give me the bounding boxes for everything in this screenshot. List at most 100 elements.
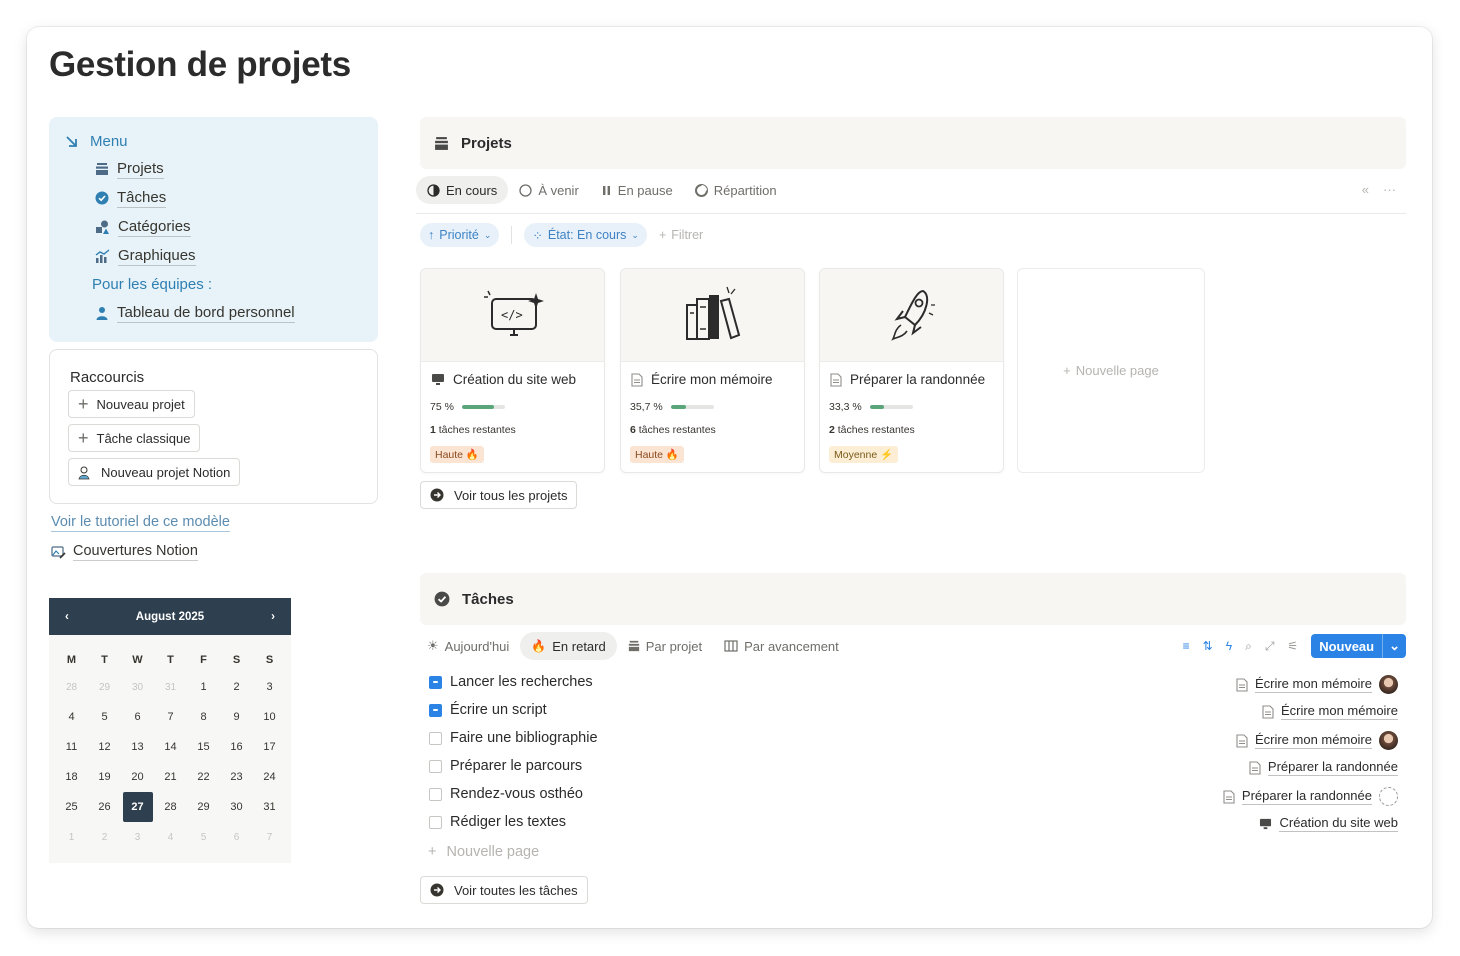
new-task-row[interactable]: + Nouvelle page: [428, 844, 539, 860]
calendar-day[interactable]: 4: [55, 702, 88, 732]
classic-task-button[interactable]: + Tâche classique: [68, 424, 201, 452]
new-task-button[interactable]: Nouveau ⌄: [1311, 634, 1406, 658]
new-notion-project-button[interactable]: Nouveau projet Notion: [68, 458, 241, 486]
calendar-day[interactable]: 25: [55, 792, 88, 822]
calendar-day-outside[interactable]: 3: [121, 822, 154, 852]
menu-item-graphiques[interactable]: Graphiques: [95, 246, 196, 266]
task-row[interactable]: Faire une bibliographie: [429, 730, 598, 746]
calendar-day-outside[interactable]: 28: [55, 672, 88, 702]
chevron-down-icon[interactable]: ⌄: [1382, 634, 1406, 658]
task-project-link[interactable]: Écrire mon mémoire: [1236, 731, 1398, 750]
menu-item-taches[interactable]: Tâches: [95, 188, 167, 208]
covers-link[interactable]: Couvertures Notion: [51, 542, 198, 561]
calendar-day[interactable]: 8: [187, 702, 220, 732]
calendar-day[interactable]: 14: [154, 732, 187, 762]
calendar-day-outside[interactable]: 2: [88, 822, 121, 852]
menu-item-categories[interactable]: Catégories: [95, 217, 191, 237]
task-row[interactable]: Rédiger les textes: [429, 814, 566, 830]
add-filter-button[interactable]: + Filtrer: [659, 228, 703, 242]
state-filter-chip[interactable]: ⁘ État: En cours ⌄: [524, 223, 647, 247]
project-card[interactable]: Écrire mon mémoire 35,7 % 6 tâches resta…: [620, 268, 805, 473]
calendar-day[interactable]: 3: [253, 672, 286, 702]
tab-en-retard[interactable]: 🔥 En retard: [520, 632, 617, 660]
calendar-day[interactable]: 12: [88, 732, 121, 762]
task-checkbox[interactable]: [429, 815, 442, 829]
menu-item-tableau-de-bord[interactable]: Tableau de bord personnel: [95, 303, 295, 323]
calendar-day[interactable]: 18: [55, 762, 88, 792]
calendar-day[interactable]: 19: [88, 762, 121, 792]
tutorial-link[interactable]: Voir le tutoriel de ce modèle: [51, 513, 230, 532]
calendar-day[interactable]: 31: [253, 792, 286, 822]
calendar-day[interactable]: 10: [253, 702, 286, 732]
calendar-day[interactable]: 2: [220, 672, 253, 702]
calendar-day-outside[interactable]: 31: [154, 672, 187, 702]
task-checkbox[interactable]: [429, 703, 442, 717]
settings-sliders-icon[interactable]: ⚟: [1287, 639, 1298, 653]
double-chevron-left-icon[interactable]: «: [1362, 182, 1369, 197]
project-card[interactable]: </> Création du site web 75 % 1 tâches r…: [420, 268, 605, 473]
calendar-day[interactable]: 15: [187, 732, 220, 762]
calendar-day[interactable]: 7: [154, 702, 187, 732]
calendar-day[interactable]: 17: [253, 732, 286, 762]
calendar-day[interactable]: 11: [55, 732, 88, 762]
calendar-day[interactable]: 23: [220, 762, 253, 792]
calendar-day[interactable]: 21: [154, 762, 187, 792]
sort-icon[interactable]: ⇅: [1203, 639, 1213, 653]
new-page-card[interactable]: + Nouvelle page: [1017, 268, 1205, 473]
lightning-icon[interactable]: ϟ: [1226, 639, 1232, 653]
task-checkbox[interactable]: [429, 787, 442, 801]
more-icon[interactable]: ···: [1383, 182, 1396, 197]
task-project-link[interactable]: Préparer la randonnée: [1249, 759, 1398, 776]
filter-icon[interactable]: ≡: [1183, 639, 1190, 653]
task-checkbox[interactable]: [429, 759, 442, 773]
menu-item-projets[interactable]: Projets: [95, 159, 164, 179]
task-project-link[interactable]: Préparer la randonnée: [1223, 787, 1398, 806]
task-project-link[interactable]: Écrire mon mémoire: [1262, 703, 1398, 720]
tab-par-avancement[interactable]: Par avancement: [713, 632, 850, 660]
task-row[interactable]: Écrire un script: [429, 702, 547, 718]
calendar-day[interactable]: 20: [121, 762, 154, 792]
calendar-day[interactable]: 30: [220, 792, 253, 822]
priority-sort-chip[interactable]: ↑ Priorité ⌄: [420, 223, 500, 247]
tab-en-pause[interactable]: En pause: [590, 176, 684, 204]
calendar-day-outside[interactable]: 30: [121, 672, 154, 702]
view-all-projects-button[interactable]: Voir tous les projets: [420, 481, 578, 509]
calendar-day[interactable]: 29: [187, 792, 220, 822]
calendar-day-today[interactable]: 27: [122, 792, 153, 822]
calendar-day-outside[interactable]: 6: [220, 822, 253, 852]
task-row[interactable]: Rendez-vous osthéo: [429, 786, 583, 802]
calendar-day[interactable]: 24: [253, 762, 286, 792]
calendar-day[interactable]: 6: [121, 702, 154, 732]
tab-par-projet[interactable]: Par projet: [617, 632, 713, 660]
view-all-tasks-button[interactable]: Voir toutes les tâches: [420, 876, 588, 904]
calendar-day[interactable]: 5: [88, 702, 121, 732]
task-checkbox[interactable]: [429, 731, 442, 745]
calendar-day[interactable]: 13: [121, 732, 154, 762]
task-row[interactable]: Lancer les recherches: [429, 674, 593, 690]
search-icon[interactable]: ⌕: [1245, 639, 1252, 654]
calendar-day-outside[interactable]: 29: [88, 672, 121, 702]
calendar-day-outside[interactable]: 7: [253, 822, 286, 852]
calendar-day[interactable]: 22: [187, 762, 220, 792]
tab-aujourdhui[interactable]: ☀ Aujourd'hui: [416, 632, 520, 660]
chevron-right-icon[interactable]: ›: [271, 611, 275, 623]
calendar-day[interactable]: 16: [220, 732, 253, 762]
calendar-day[interactable]: 9: [220, 702, 253, 732]
calendar-day-outside[interactable]: 4: [154, 822, 187, 852]
calendar-day-outside[interactable]: 1: [55, 822, 88, 852]
new-project-button[interactable]: + Nouveau projet: [68, 390, 195, 418]
calendar-day[interactable]: 28: [154, 792, 187, 822]
tab-repartition[interactable]: Répartition: [684, 176, 788, 204]
chevron-left-icon[interactable]: ‹: [65, 611, 69, 623]
task-project-link[interactable]: Création du site web: [1259, 815, 1398, 832]
task-checkbox[interactable]: [429, 675, 442, 689]
task-row[interactable]: Préparer le parcours: [429, 758, 582, 774]
task-project-link[interactable]: Écrire mon mémoire: [1236, 675, 1398, 694]
tab-a-venir[interactable]: À venir: [508, 176, 589, 204]
tab-en-cours[interactable]: En cours: [416, 176, 509, 204]
project-card[interactable]: Préparer la randonnée 33,3 % 2 tâches re…: [819, 268, 1004, 473]
expand-icon[interactable]: ⤢: [1265, 639, 1275, 654]
calendar-day[interactable]: 26: [88, 792, 121, 822]
calendar-day[interactable]: 1: [187, 672, 220, 702]
calendar-day-outside[interactable]: 5: [187, 822, 220, 852]
